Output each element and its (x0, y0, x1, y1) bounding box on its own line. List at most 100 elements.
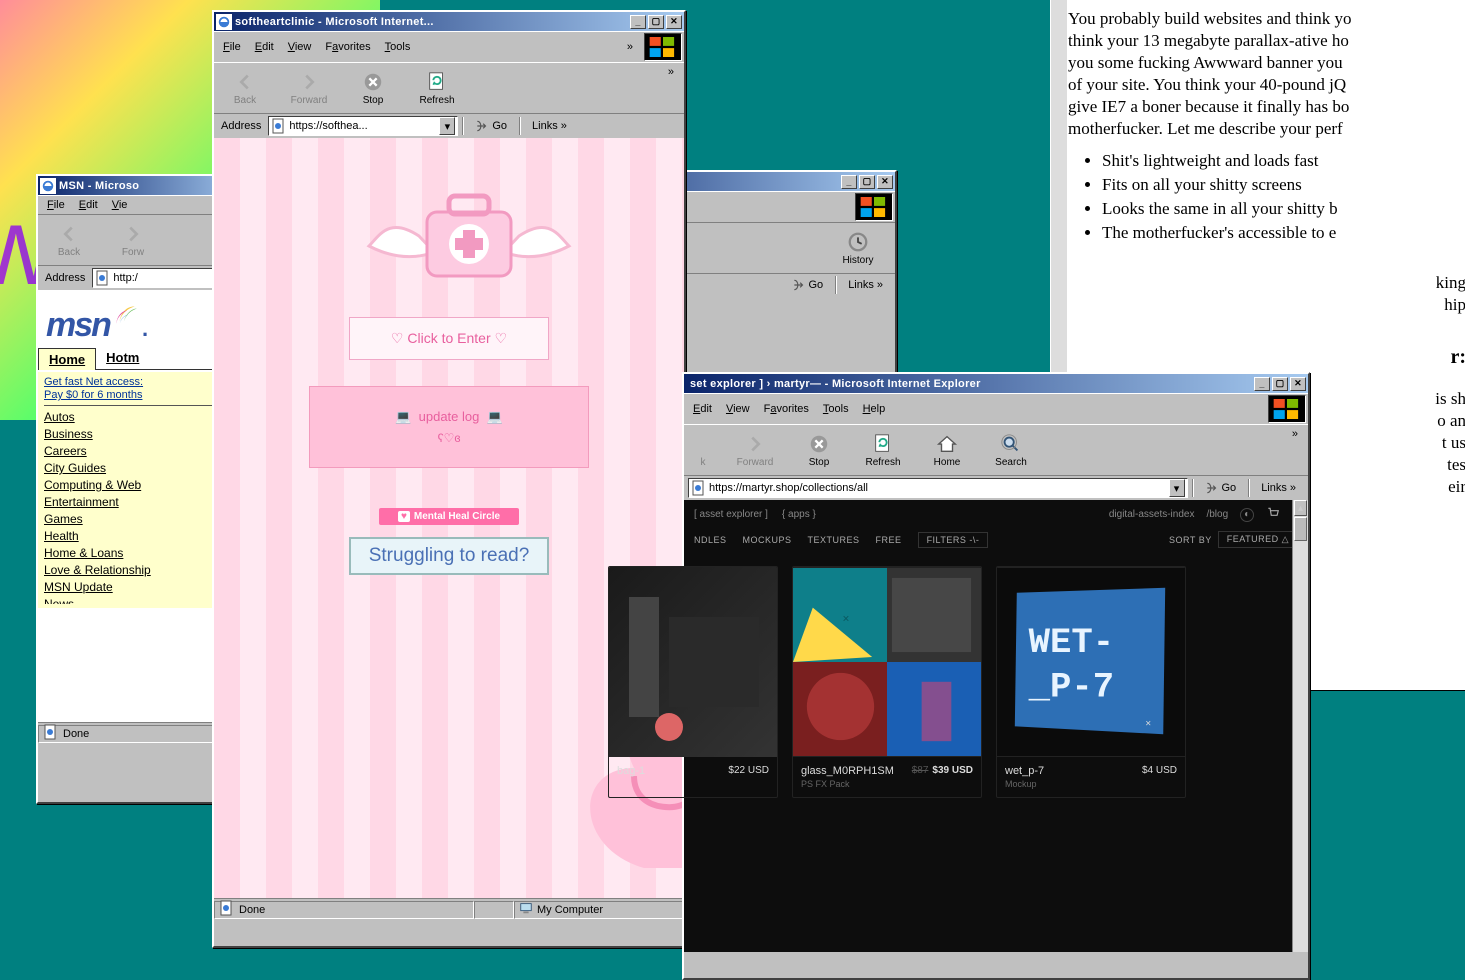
address-box[interactable]: ▾ (688, 478, 1188, 498)
address-dropdown-icon[interactable]: ▾ (439, 117, 455, 135)
filter-bundles[interactable]: NDLES (694, 535, 727, 545)
computer-icon (519, 901, 533, 918)
menu-more-icon[interactable]: » (620, 39, 640, 55)
address-input[interactable] (287, 119, 439, 133)
minimize-button[interactable]: _ (1254, 377, 1270, 391)
menu-favorites[interactable]: Favorites (318, 39, 377, 55)
filter-mockups[interactable]: MOCKUPS (743, 535, 792, 545)
windows-logo-icon (1268, 395, 1306, 423)
scroll-up-icon[interactable]: ▴ (1294, 500, 1307, 516)
menu-edit[interactable]: Edit (248, 39, 281, 55)
home-button[interactable]: Home (920, 428, 974, 472)
home-icon (936, 433, 958, 455)
menu-edit[interactable]: Edit (686, 401, 719, 417)
back-icon (692, 433, 714, 455)
maximize-button[interactable]: ▢ (648, 15, 664, 29)
nav-apps[interactable]: { apps } (782, 509, 816, 520)
product-card[interactable]: WET- _P-7 × $4 USD wet_p-7 Mockup (996, 566, 1186, 798)
minimize-button[interactable]: _ (630, 15, 646, 29)
close-button[interactable]: ✕ (877, 175, 893, 189)
menu-tools[interactable]: Tools (816, 401, 856, 417)
menu-file[interactable]: File (216, 39, 248, 55)
struggling-read-button[interactable]: Struggling to read? (349, 537, 550, 575)
refresh-icon (426, 71, 448, 93)
search-button[interactable]: Search (984, 428, 1038, 472)
sh-titlebar[interactable]: softheartclinic - Microsoft Internet... … (214, 12, 684, 31)
menu-file[interactable]: File (40, 197, 72, 213)
window-title: MSN - Microso (59, 180, 214, 192)
update-log-box[interactable]: 💻 update log 💻 ʕ♡ɞ (309, 386, 589, 468)
refresh-button[interactable]: Refresh (856, 428, 910, 472)
back-button[interactable]: Back (218, 66, 272, 110)
go-button[interactable]: Go (1197, 481, 1245, 495)
forward-button[interactable]: Forward (728, 428, 782, 472)
svg-text:WET-: WET- (1029, 622, 1114, 663)
forward-button[interactable]: Forward (282, 66, 336, 110)
svg-text:×: × (842, 611, 849, 625)
menu-tools[interactable]: Tools (378, 39, 418, 55)
mx-filterbar: NDLES MOCKUPS TEXTURES FREE FILTERS -\- … (684, 529, 1308, 558)
links-button[interactable]: Links » (840, 279, 891, 291)
product-price: $22 USD (728, 765, 769, 776)
minimize-button[interactable]: _ (841, 175, 857, 189)
links-button[interactable]: Links » (524, 120, 575, 132)
mx-addressbar: ▾ Go Links » (684, 475, 1308, 500)
mx-titlebar[interactable]: set explorer ] › martyr— - Microsoft Int… (684, 374, 1308, 393)
product-card[interactable]: $22 USD bag-1 (608, 566, 778, 798)
address-input[interactable] (707, 481, 1169, 495)
mx-topnav: [ asset explorer ] { apps } digital-asse… (684, 500, 1308, 529)
enter-button[interactable]: ♡ Click to Enter ♡ (349, 317, 549, 360)
stop-button[interactable]: Stop (792, 428, 846, 472)
page-icon (219, 900, 235, 919)
scroll-thumb[interactable] (1294, 517, 1307, 541)
go-button[interactable]: Go (784, 278, 832, 292)
filters-toggle[interactable]: FILTERS -\- (918, 532, 989, 548)
back-button[interactable]: Back (42, 218, 96, 262)
close-button[interactable]: ✕ (666, 15, 682, 29)
history-button[interactable]: History (831, 226, 885, 270)
product-price: $87$39 USD (912, 765, 973, 776)
nav-blog[interactable]: /blog (1206, 509, 1228, 520)
product-image: × (793, 567, 981, 757)
go-button[interactable]: Go (467, 119, 515, 133)
menu-view[interactable]: View (719, 401, 757, 417)
maximize-button[interactable]: ▢ (859, 175, 875, 189)
ie-icon (40, 178, 56, 194)
menu-favorites[interactable]: Favorites (757, 401, 816, 417)
filter-textures[interactable]: TEXTURES (808, 535, 860, 545)
tab-hotmail[interactable]: Hotm (96, 347, 149, 369)
tab-home[interactable]: Home (38, 348, 96, 370)
windows-logo-icon (644, 33, 682, 61)
product-sub: PS FX Pack (801, 779, 973, 789)
refresh-button[interactable]: Refresh (410, 66, 464, 110)
theme-icon[interactable]: ◐ (1240, 508, 1254, 522)
menu-help[interactable]: Help (856, 401, 893, 417)
menu-view[interactable]: View (281, 39, 319, 55)
product-image: WET- _P-7 × (997, 567, 1185, 757)
ie-icon (216, 14, 232, 30)
mental-health-badge[interactable]: ♥ Mental Heal Circle (379, 508, 519, 525)
nav-asset-explorer[interactable]: [ asset explorer ] (694, 509, 768, 520)
address-dropdown-icon[interactable]: ▾ (1169, 479, 1185, 497)
product-card[interactable]: × $87$39 USD glass_M0RPH1SM PS FX Pack (792, 566, 982, 798)
martyr-window: set explorer ] › martyr— - Microsoft Int… (682, 372, 1310, 980)
menu-edit[interactable]: Edit (72, 197, 105, 213)
list-item: The motherfucker's accessible to e (1102, 222, 1465, 244)
nav-dai[interactable]: digital-assets-index (1109, 509, 1195, 520)
forward-button[interactable]: Forw (106, 218, 160, 262)
page-icon (43, 724, 59, 743)
toolbar-more-icon[interactable]: » (662, 66, 680, 78)
cart-icon[interactable] (1266, 506, 1280, 523)
list-item: Fits on all your shitty screens (1102, 174, 1465, 196)
close-button[interactable]: ✕ (1290, 377, 1306, 391)
mx-scrollbar[interactable]: ▴ (1292, 500, 1308, 952)
menu-view[interactable]: Vie (105, 197, 135, 213)
stop-button[interactable]: Stop (346, 66, 400, 110)
links-button[interactable]: Links » (1253, 482, 1304, 494)
maximize-button[interactable]: ▢ (1272, 377, 1288, 391)
back-button[interactable]: k (688, 428, 718, 472)
address-box[interactable]: ▾ (268, 116, 458, 136)
filter-free[interactable]: FREE (876, 535, 902, 545)
toolbar-more-icon[interactable]: » (1286, 428, 1304, 440)
sort-select[interactable]: FEATURED △ (1218, 531, 1298, 548)
